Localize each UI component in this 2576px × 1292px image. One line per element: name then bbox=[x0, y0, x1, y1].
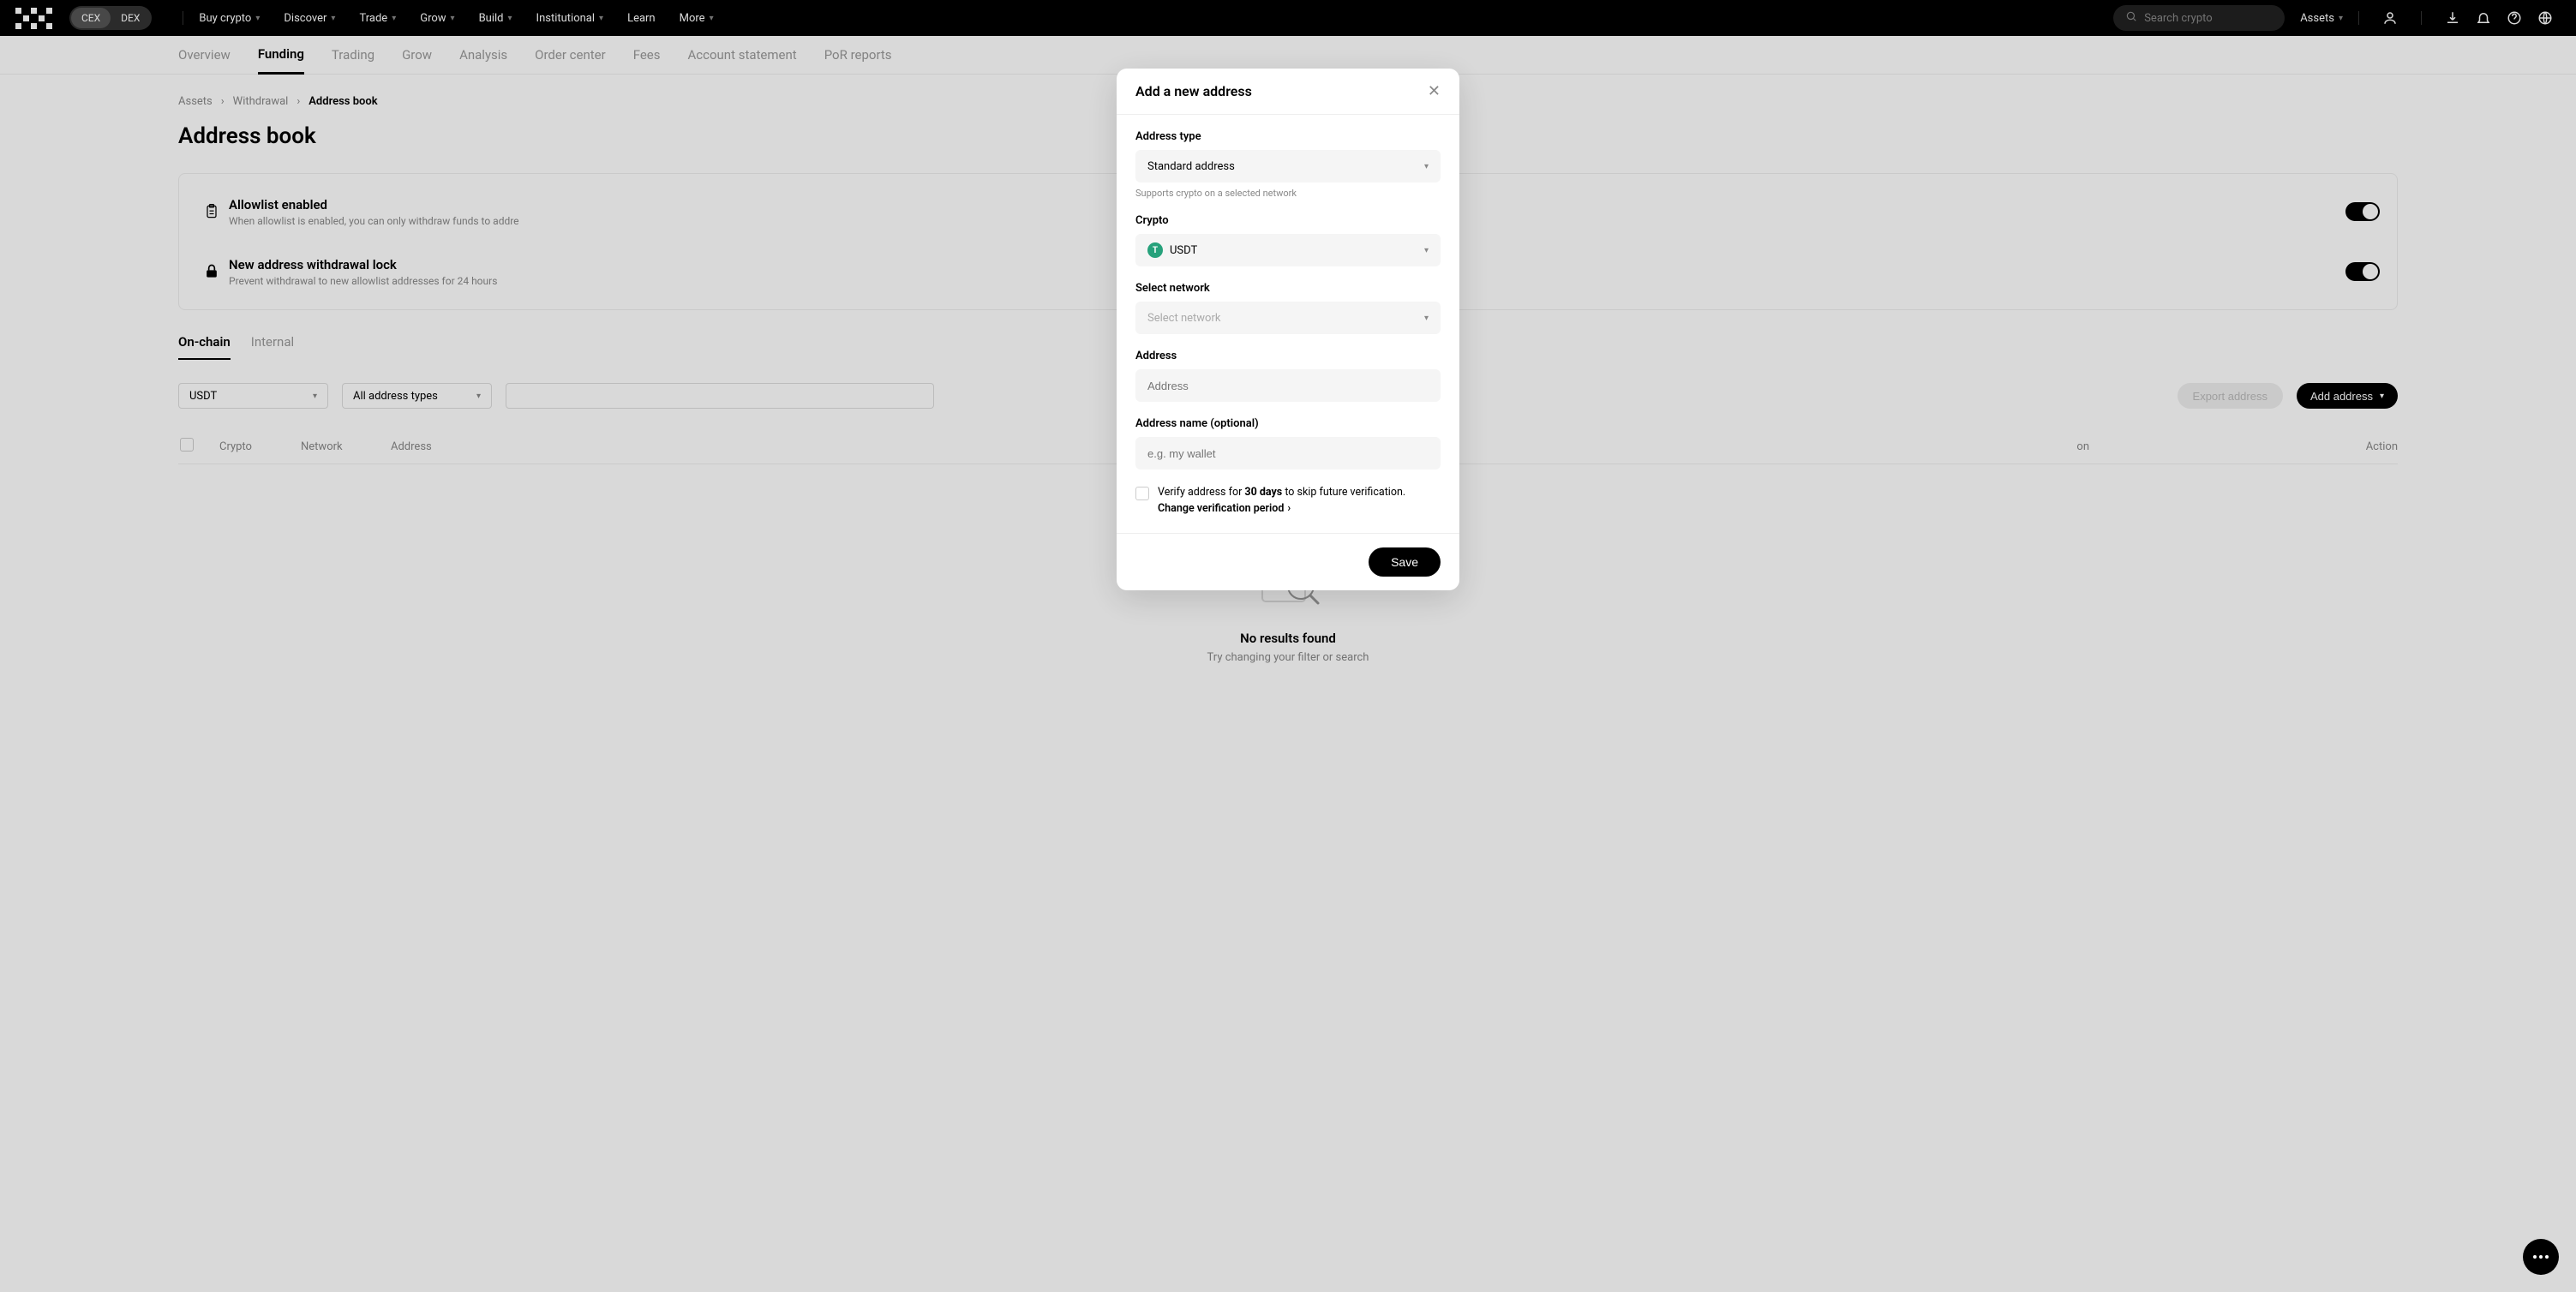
close-icon[interactable]: ✕ bbox=[1428, 82, 1441, 100]
modal-title: Add a new address bbox=[1135, 83, 1252, 99]
verify-text: Verify address for 30 days to skip futur… bbox=[1158, 486, 1405, 499]
chat-icon bbox=[2533, 1255, 2549, 1259]
name-input[interactable] bbox=[1135, 437, 1441, 470]
address-input[interactable] bbox=[1135, 369, 1441, 402]
chevron-down-icon: ▾ bbox=[1424, 314, 1429, 323]
usdt-icon: T bbox=[1147, 242, 1163, 258]
address-label: Address bbox=[1135, 350, 1441, 362]
network-select[interactable]: Select network ▾ bbox=[1135, 302, 1441, 334]
chevron-down-icon: ▾ bbox=[1424, 162, 1429, 171]
crypto-label: Crypto bbox=[1135, 214, 1441, 227]
network-label: Select network bbox=[1135, 282, 1441, 295]
change-period-link[interactable]: Change verification period › bbox=[1158, 501, 1291, 517]
address-type-label: Address type bbox=[1135, 130, 1441, 143]
modal-body: Address type Standard address ▾ Supports… bbox=[1117, 115, 1459, 533]
verify-row: Verify address for 30 days to skip futur… bbox=[1135, 485, 1441, 517]
crypto-select[interactable]: T USDT ▾ bbox=[1135, 234, 1441, 266]
address-type-select[interactable]: Standard address ▾ bbox=[1135, 150, 1441, 182]
chevron-right-icon: › bbox=[1287, 501, 1291, 517]
chevron-down-icon: ▾ bbox=[1424, 246, 1429, 255]
add-address-modal: Add a new address ✕ Address type Standar… bbox=[1117, 69, 1459, 590]
chat-bubble[interactable] bbox=[2523, 1239, 2559, 1275]
modal-header: Add a new address ✕ bbox=[1117, 69, 1459, 115]
modal-footer: Save bbox=[1117, 533, 1459, 590]
modal-overlay[interactable]: Add a new address ✕ Address type Standar… bbox=[0, 0, 2576, 1292]
name-label: Address name (optional) bbox=[1135, 417, 1441, 430]
verify-checkbox[interactable] bbox=[1135, 487, 1149, 500]
save-button[interactable]: Save bbox=[1369, 547, 1441, 577]
address-type-hint: Supports crypto on a selected network bbox=[1135, 188, 1441, 199]
